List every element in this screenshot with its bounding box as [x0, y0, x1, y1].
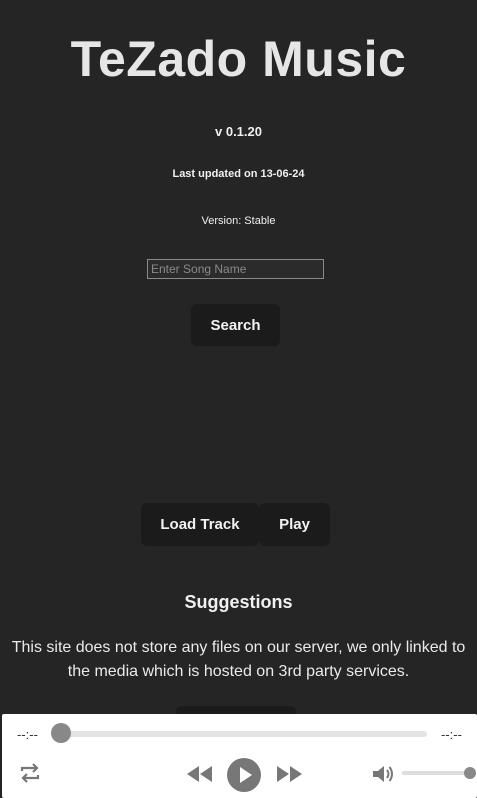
seek-bar[interactable]: [61, 731, 427, 737]
rewind-icon[interactable]: [185, 764, 215, 789]
suggestions-heading: Suggestions: [184, 592, 293, 612]
search-button[interactable]: Search: [191, 304, 280, 346]
last-updated: Last updated on 13-06-24: [172, 168, 305, 180]
repeat-icon[interactable]: [18, 762, 42, 789]
app-title: TeZado Music: [70, 31, 407, 87]
audio-player: --:-- --:--: [2, 714, 477, 798]
load-track-button[interactable]: Load Track: [141, 503, 259, 546]
play-button[interactable]: Play: [259, 503, 330, 546]
storage-disclaimer: This site does not store any files on ou…: [11, 639, 466, 680]
fast-forward-icon[interactable]: [274, 764, 304, 789]
version-number: v 0.1.20: [215, 124, 262, 139]
seek-thumb[interactable]: [51, 723, 71, 743]
volume-icon[interactable]: [371, 763, 395, 790]
volume-thumb[interactable]: [464, 767, 476, 779]
release-channel: Version: Stable: [201, 215, 276, 227]
volume-level: [402, 771, 468, 775]
song-search-input[interactable]: [147, 259, 324, 279]
play-icon[interactable]: [226, 757, 262, 798]
duration-time: --:--: [441, 727, 462, 742]
current-time: --:--: [17, 727, 38, 742]
